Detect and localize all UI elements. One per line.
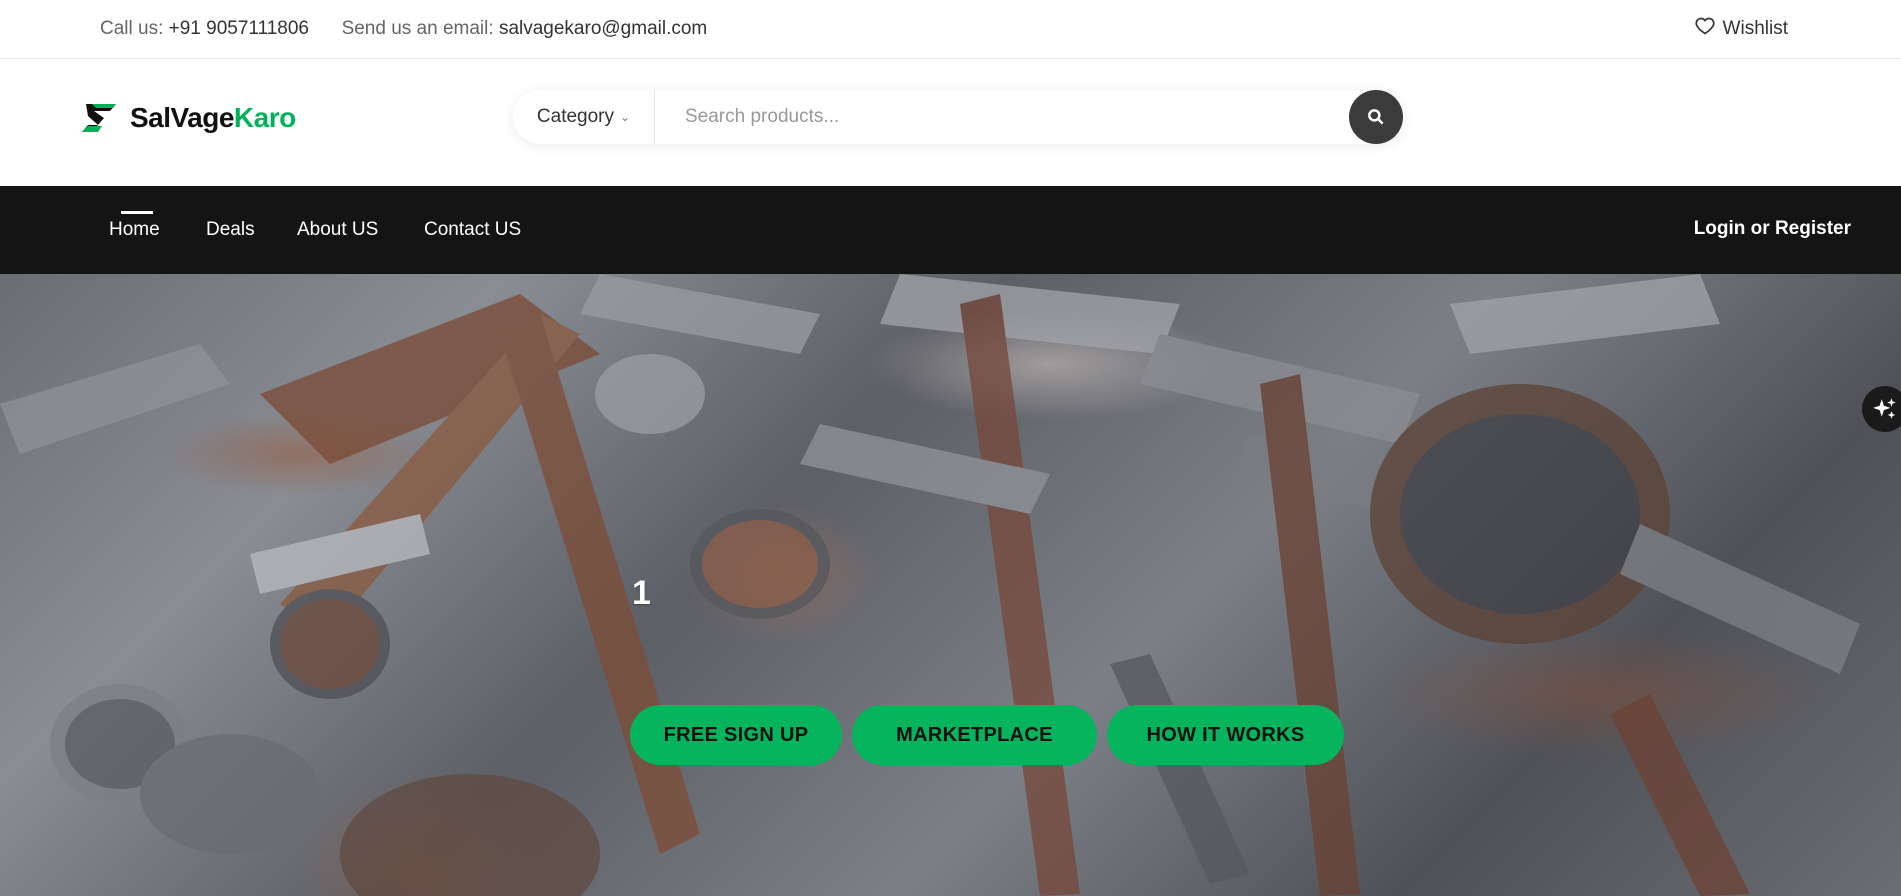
- search-icon: [1368, 109, 1384, 125]
- site-header: SalVageKaro Category ⌄: [0, 60, 1901, 186]
- how-it-works-button[interactable]: HOW IT WORKS: [1107, 705, 1344, 765]
- logo-word-part2: Karo: [233, 102, 296, 133]
- assistant-button[interactable]: [1862, 386, 1901, 432]
- search-bar: Category ⌄: [513, 90, 1403, 144]
- marketplace-button[interactable]: MARKETPLACE: [852, 705, 1097, 765]
- logo-wordmark: SalVageKaro: [130, 102, 296, 134]
- wishlist-link[interactable]: Wishlist: [1694, 16, 1788, 42]
- nav-item-contact[interactable]: Contact US: [424, 186, 521, 274]
- nav-item-home[interactable]: Home: [109, 186, 160, 274]
- search-button[interactable]: [1349, 90, 1403, 144]
- logo-word-part1: SalVage: [130, 102, 234, 133]
- wishlist-label: Wishlist: [1722, 18, 1788, 39]
- top-info-bar: Call us: +91 9057111806 Send us an email…: [0, 0, 1901, 59]
- hero-background-image: [0, 274, 1860, 896]
- category-label: Category: [536, 106, 615, 127]
- category-dropdown[interactable]: Category ⌄: [513, 90, 655, 144]
- call-label: Call us:: [100, 18, 164, 39]
- hero-banner: 1 FREE SIGN UP MARKETPLACE HOW IT WORKS: [0, 274, 1901, 896]
- heart-icon: [1694, 16, 1715, 42]
- email-label: Send us an email:: [341, 18, 494, 39]
- site-logo[interactable]: SalVageKaro: [78, 100, 296, 136]
- contact-info: Call us: +91 9057111806 Send us an email…: [100, 18, 707, 40]
- login-register-link[interactable]: Login or Register: [1694, 186, 1851, 274]
- main-nav: Home Deals About US Contact US Login or …: [0, 186, 1901, 274]
- nav-item-deals[interactable]: Deals: [206, 186, 255, 274]
- email-address[interactable]: salvagekaro@gmail.com: [499, 18, 707, 39]
- sparkle-icon: [1873, 398, 1896, 419]
- logo-mark-icon: [82, 104, 116, 132]
- slide-indicator: 1: [632, 574, 651, 612]
- free-signup-button[interactable]: FREE SIGN UP: [630, 705, 842, 765]
- phone-number[interactable]: +91 9057111806: [169, 18, 309, 39]
- chevron-down-icon: ⌄: [620, 110, 631, 124]
- search-input[interactable]: [655, 90, 1349, 144]
- nav-item-about[interactable]: About US: [297, 186, 378, 274]
